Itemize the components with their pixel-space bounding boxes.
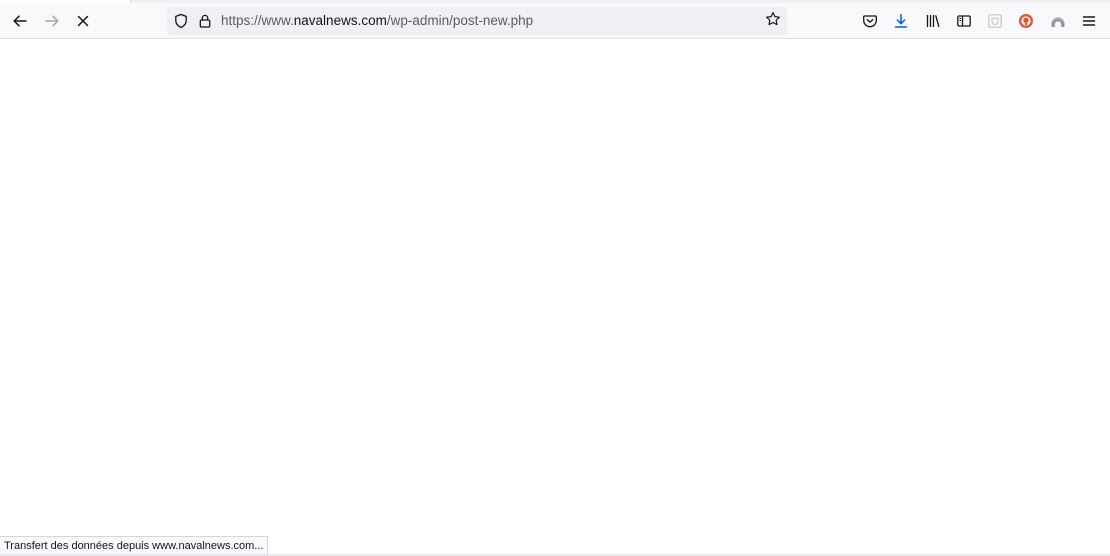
stop-loading-icon — [76, 14, 90, 28]
back-button[interactable] — [6, 7, 34, 35]
hamburger-menu-icon — [1081, 13, 1097, 29]
pocket-button[interactable] — [856, 7, 884, 35]
duckduckgo-icon — [1018, 13, 1034, 29]
forward-button[interactable] — [38, 7, 66, 35]
page-content — [0, 39, 1110, 556]
navigation-toolbar: https://www.navalnews.com/wp-admin/post-… — [0, 3, 1110, 39]
forward-arrow-icon — [44, 13, 60, 29]
library-button[interactable] — [919, 7, 947, 35]
download-icon — [893, 13, 909, 29]
bookmark-star-button[interactable] — [763, 11, 783, 31]
duckduckgo-button[interactable] — [1012, 7, 1040, 35]
sidebar-icon — [956, 13, 972, 29]
lock-icon[interactable] — [195, 11, 215, 31]
url-bar[interactable]: https://www.navalnews.com/wp-admin/post-… — [167, 7, 787, 35]
pocket-icon — [862, 13, 878, 29]
sidebar-button[interactable] — [950, 7, 978, 35]
url-prefix: https://www. — [221, 13, 294, 28]
account-icon — [1050, 13, 1066, 29]
url-path: /wp-admin/post-new.php — [386, 13, 534, 28]
extension-button[interactable] — [981, 7, 1009, 35]
status-bar: Transfert des données depuis www.navalne… — [0, 536, 269, 556]
downloads-button[interactable] — [887, 7, 915, 35]
back-arrow-icon — [12, 13, 28, 29]
url-text[interactable]: https://www.navalnews.com/wp-admin/post-… — [221, 7, 533, 35]
menu-button[interactable] — [1075, 7, 1103, 35]
extension-icon — [987, 13, 1003, 29]
star-icon — [765, 11, 781, 31]
shield-icon[interactable] — [171, 11, 191, 31]
account-button[interactable] — [1044, 7, 1072, 35]
stop-button[interactable] — [69, 7, 97, 35]
library-icon — [925, 13, 941, 29]
url-domain: navalnews.com — [293, 13, 387, 28]
